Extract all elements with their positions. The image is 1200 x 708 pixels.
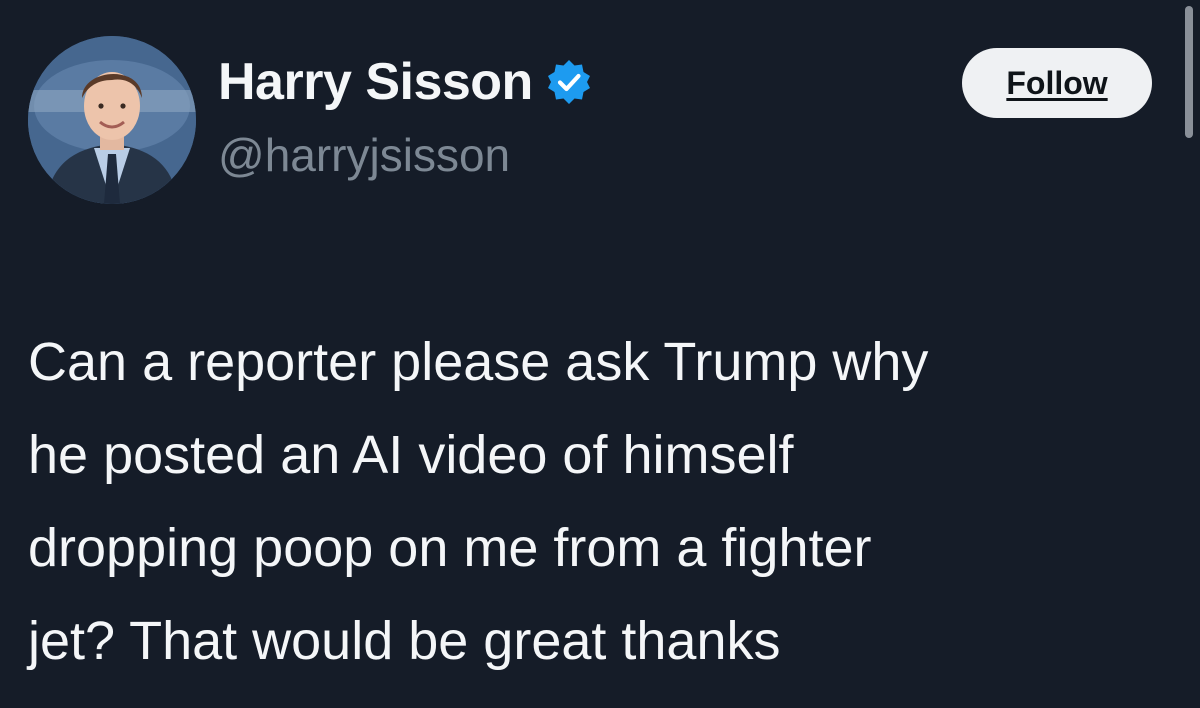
author-display-name[interactable]: Harry Sisson xyxy=(218,52,533,112)
tweet-text-line: dropping poop on me from a fighter xyxy=(28,518,872,578)
follow-button[interactable]: Follow xyxy=(962,48,1152,118)
scrollbar-thumb[interactable] xyxy=(1185,6,1193,138)
avatar-photo xyxy=(28,36,196,204)
tweet-text-line: jet? That would be great thanks xyxy=(28,611,781,671)
tweet-text-line: Can a reporter please ask Trump why xyxy=(28,332,929,392)
author-handle[interactable]: @harryjsisson xyxy=(218,128,510,182)
tweet-text-line: he posted an AI video of himself xyxy=(28,425,794,485)
avatar[interactable] xyxy=(28,36,196,204)
tweet-text: Can a reporter please ask Trump why he p… xyxy=(28,316,1178,688)
tweet-card: Harry Sisson @harryjsisson Follow Can a … xyxy=(0,0,1200,708)
author-name-row: Harry Sisson xyxy=(218,50,593,114)
verified-badge-icon xyxy=(545,58,593,106)
